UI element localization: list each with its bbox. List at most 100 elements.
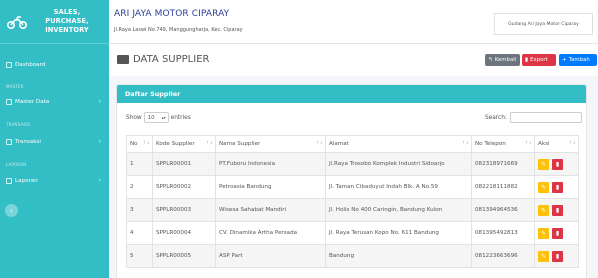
company-name: ARI JAYA MOTOR CIPARAY xyxy=(114,9,230,19)
cell-no: 5 xyxy=(126,244,153,268)
trash-icon[interactable]: ▮ xyxy=(552,250,563,262)
supplier-table: No ↑↓ Kode Supplier ↑↓ Nama Supplier ↑↓ Ala… xyxy=(126,135,579,268)
cell-kode: SPPLR00005 xyxy=(152,244,216,268)
cell-no: 2 xyxy=(126,175,153,199)
cell-alamat: Jl. Taman Cibaduyut Indah Blk. A No.59 xyxy=(325,175,472,199)
cell-no: 4 xyxy=(126,221,153,245)
chevron-right-icon: › xyxy=(98,138,101,145)
table-row: 2 SPPLR00002 Petroasia Bandung Jl. Taman… xyxy=(126,175,579,199)
brand-line2: PURCHASE, xyxy=(45,17,89,25)
nav-section-master: MASTER xyxy=(6,84,24,89)
cell-telepon: 082218111882 xyxy=(471,175,535,199)
page-title-text: DATA SUPPLIER xyxy=(133,54,210,65)
sidebar-item-laporan[interactable]: Laporan › xyxy=(6,177,101,184)
table-row: 4 SPPLR00004 CV. Dinamika Artha Persada … xyxy=(126,221,579,245)
trash-icon[interactable]: ▮ xyxy=(552,227,563,239)
truck-icon xyxy=(117,55,129,64)
search-label: Search: xyxy=(485,114,507,121)
edit-icon[interactable]: ✎ xyxy=(538,181,549,193)
sidebar-toggle-button[interactable]: ‹ xyxy=(5,204,18,217)
company-address: Jl.Raya Laswi No.749, Manggungharja, Kec… xyxy=(114,27,243,33)
sort-icon: ↑↓ xyxy=(461,141,469,146)
edit-icon[interactable]: ✎ xyxy=(538,204,549,216)
chevron-right-icon: › xyxy=(98,177,101,184)
cell-kode: SPPLR00003 xyxy=(152,198,216,222)
supplier-card: Daftar Supplier Show 10 ▴▾ entries Searc… xyxy=(116,84,587,278)
nav-section-laporan: LAPORAN xyxy=(6,162,27,167)
kembali-button[interactable]: ↰ Kembali xyxy=(485,54,520,66)
sort-icon: ↑↓ xyxy=(524,141,532,146)
file-icon: ▮ xyxy=(525,57,529,63)
search-control: Search: xyxy=(485,112,582,123)
sidebar-item-transaksi[interactable]: Transaksi › xyxy=(6,138,101,145)
col-header-no[interactable]: No ↑↓ xyxy=(126,135,153,153)
table-header-row: No ↑↓ Kode Supplier ↑↓ Nama Supplier ↑↓ Ala… xyxy=(126,135,579,153)
chevron-right-icon: › xyxy=(98,98,101,105)
report-icon xyxy=(6,177,12,184)
trash-icon[interactable]: ▮ xyxy=(552,204,563,216)
nav-section-transaksi: TRANSAKSI xyxy=(6,122,31,127)
col-header-alamat[interactable]: Alamat ↑↓ xyxy=(325,135,472,153)
card-title: Daftar Supplier xyxy=(117,85,586,103)
col-header-aksi[interactable]: Aksi ↑↓ xyxy=(534,135,579,153)
tambah-label: Tambah xyxy=(568,57,590,63)
edit-icon[interactable]: ✎ xyxy=(538,158,549,170)
entries-select[interactable]: 10 ▴▾ xyxy=(143,112,169,123)
transaction-icon xyxy=(6,138,12,145)
col-header-kode[interactable]: Kode Supplier ↑↓ xyxy=(152,135,216,153)
edit-icon[interactable]: ✎ xyxy=(538,250,549,262)
sort-icon: ↑↓ xyxy=(142,141,150,146)
page-header: DATA SUPPLIER ↰ Kembali ▮ Export + Tamba… xyxy=(109,44,598,76)
col-header-telepon[interactable]: No Telepon ↑↓ xyxy=(471,135,535,153)
plus-icon: + xyxy=(562,57,567,63)
brand-line1: SALES, xyxy=(53,8,81,16)
table-row: 1 SPPLR00001 PT.Fuboru Indonesia Jl.Raya… xyxy=(126,152,579,176)
col-header-nama[interactable]: Nama Supplier ↑↓ xyxy=(215,135,326,153)
cell-no: 3 xyxy=(126,198,153,222)
brand[interactable]: SALES, PURCHASE, INVENTORY xyxy=(0,0,109,44)
cell-alamat: Bandung xyxy=(325,244,472,268)
table-row: 5 SPPLR00005 ASP Part Bandung 0812236636… xyxy=(126,244,579,268)
tambah-button[interactable]: + Tambah xyxy=(559,54,597,66)
cell-aksi: ✎ ▮ xyxy=(534,198,579,222)
export-button[interactable]: ▮ Export xyxy=(522,54,556,66)
select-arrow-icon: ▴▾ xyxy=(161,115,166,120)
cell-telepon: 082318971669 xyxy=(471,152,535,176)
motorcycle-icon xyxy=(6,13,28,31)
sidebar-item-master-data[interactable]: Master Data › xyxy=(6,98,101,105)
sort-icon: ↑↓ xyxy=(315,141,323,146)
page-title: DATA SUPPLIER xyxy=(117,54,209,65)
cell-alamat: Jl. Raya Terusan Kopo No. 611 Bandung xyxy=(325,221,472,245)
entries-value: 10 xyxy=(147,114,155,121)
export-label: Export xyxy=(530,57,548,63)
cell-nama: Wisesa Sahabat Mandiri xyxy=(215,198,326,222)
sidebar-item-label: Transaksi xyxy=(15,138,41,145)
cell-telepon: 081394964536 xyxy=(471,198,535,222)
database-icon xyxy=(6,98,12,105)
cell-aksi: ✎ ▮ xyxy=(534,175,579,199)
sidebar: SALES, PURCHASE, INVENTORY Dashboard MAS… xyxy=(0,0,109,278)
user-menu[interactable]: Gudang Ari Jaya Motor Ciparay xyxy=(494,13,593,35)
entries-control: Show 10 ▴▾ entries xyxy=(126,112,191,123)
brand-line3: INVENTORY xyxy=(45,26,89,34)
topbar: ARI JAYA MOTOR CIPARAY Jl.Raya Laswi No.… xyxy=(109,0,598,44)
cell-kode: SPPLR00002 xyxy=(152,175,216,199)
cell-nama: CV. Dinamika Artha Persada xyxy=(215,221,326,245)
trash-icon[interactable]: ▮ xyxy=(552,181,563,193)
cell-alamat: Jl.Raya Trosobo Komplek Industri Sidoarj… xyxy=(325,152,472,176)
search-input[interactable] xyxy=(509,112,582,123)
trash-icon[interactable]: ▮ xyxy=(552,158,563,170)
sidebar-item-dashboard[interactable]: Dashboard xyxy=(6,62,101,68)
cell-nama: ASP Part xyxy=(215,244,326,268)
edit-icon[interactable]: ✎ xyxy=(538,227,549,239)
sort-icon: ↑↓ xyxy=(205,141,213,146)
back-icon: ↰ xyxy=(488,57,493,63)
sort-icon: ↑↓ xyxy=(568,141,576,146)
cell-aksi: ✎ ▮ xyxy=(534,244,579,268)
cell-kode: SPPLR00001 xyxy=(152,152,216,176)
sidebar-item-label: Dashboard xyxy=(15,62,46,68)
sidebar-item-label: Master Data xyxy=(15,98,50,105)
entries-label: entries xyxy=(170,114,191,121)
dashboard-icon xyxy=(6,62,12,68)
cell-kode: SPPLR00004 xyxy=(152,221,216,245)
